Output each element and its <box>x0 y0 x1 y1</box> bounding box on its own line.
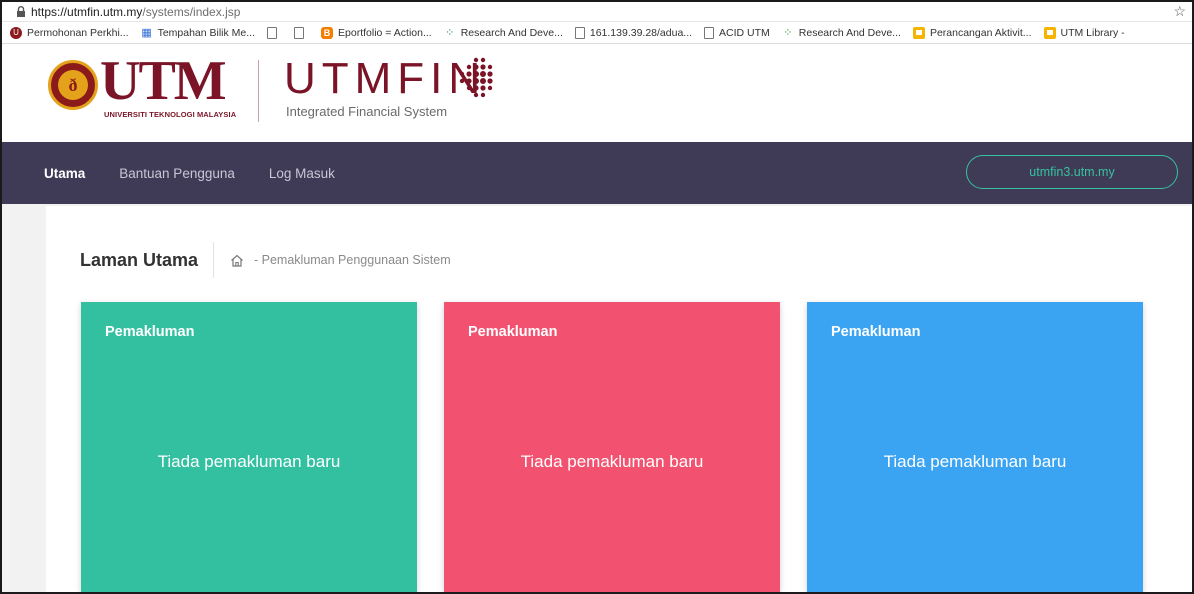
bookmark-star-icon[interactable]: ☆ <box>1173 3 1186 20</box>
utm-logo-subtext: UNIVERSITI TEKNOLOGI MALAYSIA <box>104 110 237 119</box>
utm-seal-inner: ð <box>58 70 88 100</box>
notice-card-body: Tiada pemakluman baru <box>157 452 341 471</box>
bookmark-label: Research And Deve... <box>798 26 901 39</box>
address-bar[interactable]: https://utmfin.utm.my/systems/index.jsp … <box>2 2 1192 22</box>
server-button[interactable]: utmfin3.utm.my <box>966 155 1178 189</box>
breadcrumb-path[interactable]: - Pemakluman Penggunaan Sistem <box>254 253 451 267</box>
utm-logo-text[interactable]: UTM <box>100 52 227 110</box>
bookmark-label: Permohonan Perkhi... <box>27 26 129 39</box>
bookmark-label: Perancangan Aktivit... <box>929 26 1032 39</box>
main-nav: Utama Bantuan Pengguna Log Masuk utmfin3… <box>2 142 1192 204</box>
slides-icon <box>912 26 925 39</box>
nav-item-log-masuk[interactable]: Log Masuk <box>269 166 335 181</box>
spinner-icon: ⁘ <box>445 27 455 39</box>
bookmark-item[interactable] <box>294 26 309 39</box>
bookmark-item[interactable]: 161.139.39.28/adua... <box>574 26 693 39</box>
utm-seal-logo[interactable]: ð <box>48 60 98 110</box>
utm-seal-icon: U <box>10 26 22 39</box>
site-header: ð UTM UNIVERSITI TEKNOLOGI MALAYSIA UTMF… <box>2 44 1192 142</box>
grid-icon: ▦ <box>141 27 152 39</box>
bookmark-label: Eportfolio = Action... <box>338 26 432 39</box>
slides-icon <box>1043 26 1056 39</box>
browser-window: https://utmfin.utm.my/systems/index.jsp … <box>0 0 1194 594</box>
bookmark-label: Research And Deve... <box>460 26 563 39</box>
bookmark-label: UTM Library - <box>1060 26 1125 39</box>
notice-card-title: Pemakluman <box>831 324 921 340</box>
bookmarks-bar: U Permohonan Perkhi... ▦ Tempahan Bilik … <box>2 22 1192 44</box>
notice-card: Pemakluman Tiada pemakluman baru <box>444 302 780 592</box>
bookmark-item[interactable]: ACID UTM <box>704 26 770 39</box>
url-path: /systems/index.jsp <box>142 4 241 19</box>
app-subtitle: Integrated Financial System <box>286 104 448 119</box>
nav-item-utama[interactable]: Utama <box>44 166 85 181</box>
notice-card-title: Pemakluman <box>468 324 558 340</box>
home-icon[interactable] <box>230 254 244 267</box>
blogger-icon: B <box>321 26 334 39</box>
bookmark-item[interactable] <box>267 26 282 39</box>
main-content: Laman Utama - Pemakluman Penggunaan Sist… <box>46 206 1192 592</box>
dots-logo-icon <box>459 57 493 98</box>
page-icon <box>267 26 278 39</box>
breadcrumb-divider <box>213 242 214 278</box>
logo-divider <box>258 60 259 122</box>
page-title: Laman Utama <box>80 250 199 270</box>
notice-card-body: Tiada pemakluman baru <box>883 452 1067 471</box>
lock-icon <box>17 6 25 17</box>
bookmark-item[interactable]: ⁘ Research And Deve... <box>782 26 901 40</box>
notice-card: Pemakluman Tiada pemakluman baru <box>81 302 417 592</box>
bookmark-item[interactable]: ⁘ Research And Deve... <box>444 26 563 40</box>
notice-card-body: Tiada pemakluman baru <box>520 452 704 471</box>
bookmark-item[interactable]: B Eportfolio = Action... <box>321 26 432 39</box>
bookmark-item[interactable]: U Permohonan Perkhi... <box>10 26 129 39</box>
bookmark-item[interactable]: UTM Library - <box>1043 26 1125 39</box>
notice-card: Pemakluman Tiada pemakluman baru <box>807 302 1143 592</box>
bookmark-label: ACID UTM <box>719 26 770 39</box>
bookmark-item[interactable]: ▦ Tempahan Bilik Me... <box>141 26 256 40</box>
spinner-icon: ⁘ <box>783 27 793 39</box>
page-icon <box>294 26 305 39</box>
bookmark-label: Tempahan Bilik Me... <box>157 26 256 39</box>
page-icon <box>574 26 585 39</box>
bookmark-item[interactable]: Perancangan Aktivit... <box>912 26 1032 39</box>
page-icon <box>704 26 715 39</box>
url-host: https://utmfin.utm.my <box>31 4 143 19</box>
nav-item-bantuan-pengguna[interactable]: Bantuan Pengguna <box>119 166 235 181</box>
bookmark-label: 161.139.39.28/adua... <box>589 26 693 39</box>
notice-card-title: Pemakluman <box>105 324 195 340</box>
